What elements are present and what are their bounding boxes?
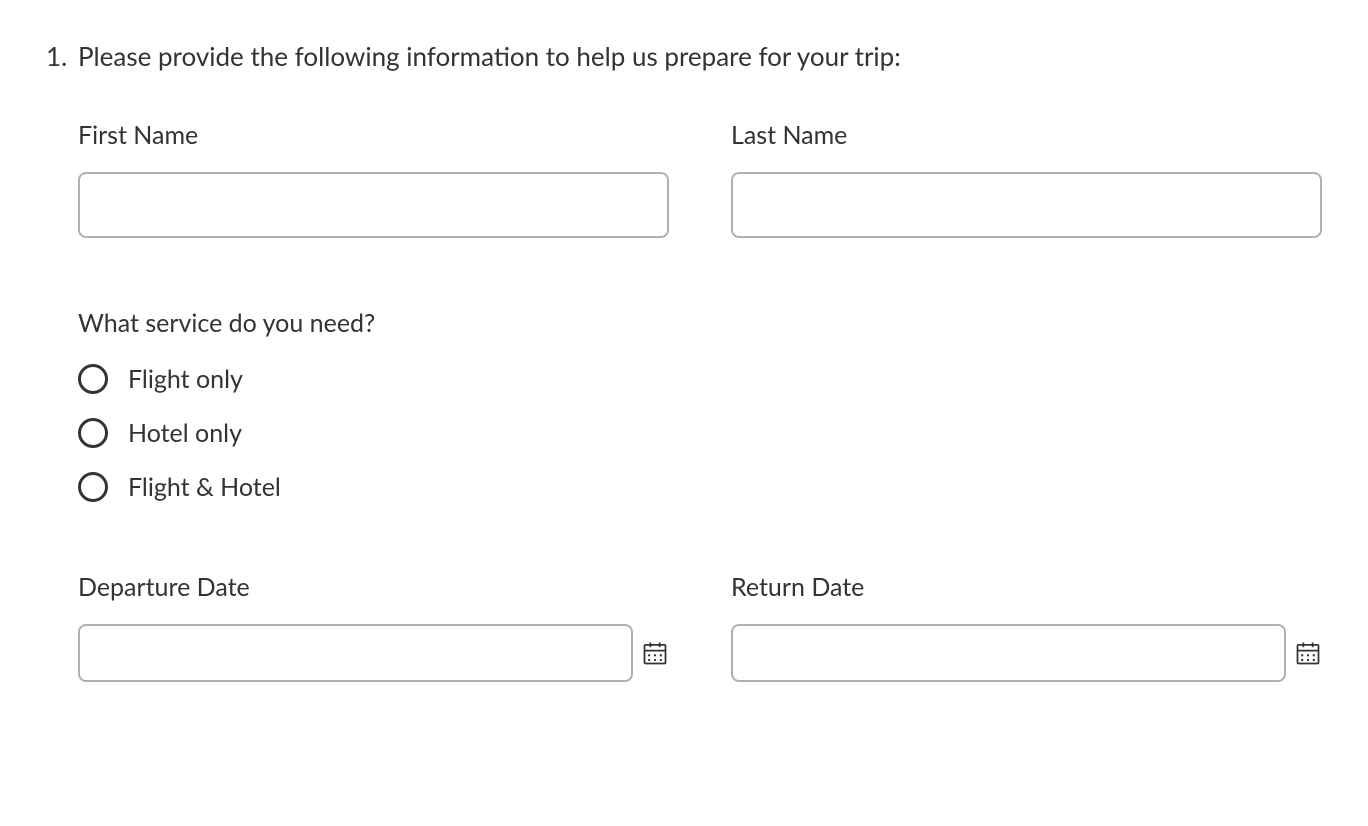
name-row: First Name Last Name: [78, 120, 1322, 238]
radio-circle-icon: [78, 472, 108, 502]
calendar-icon[interactable]: [1294, 639, 1322, 667]
calendar-icon[interactable]: [641, 639, 669, 667]
radio-option-hotel-only[interactable]: Hotel only: [78, 418, 1322, 448]
radio-text: Flight only: [128, 364, 243, 394]
departure-date-field: Departure Date: [78, 572, 669, 682]
radio-text: Flight & Hotel: [128, 472, 281, 502]
last-name-field: Last Name: [731, 120, 1322, 238]
radio-circle-icon: [78, 364, 108, 394]
radio-text: Hotel only: [128, 418, 242, 448]
departure-date-row: [78, 624, 669, 682]
radio-option-flight-hotel[interactable]: Flight & Hotel: [78, 472, 1322, 502]
question-text: Please provide the following information…: [78, 40, 901, 74]
form-body: First Name Last Name What service do you…: [46, 120, 1322, 682]
service-label: What service do you need?: [78, 308, 1322, 338]
last-name-label: Last Name: [731, 120, 1322, 150]
first-name-input[interactable]: [78, 172, 669, 238]
last-name-input[interactable]: [731, 172, 1322, 238]
first-name-label: First Name: [78, 120, 669, 150]
departure-date-label: Departure Date: [78, 572, 669, 602]
service-section: What service do you need? Flight only Ho…: [78, 308, 1322, 502]
return-date-label: Return Date: [731, 572, 1322, 602]
return-date-row: [731, 624, 1322, 682]
radio-option-flight-only[interactable]: Flight only: [78, 364, 1322, 394]
question-row: 1. Please provide the following informat…: [46, 40, 1322, 74]
question-number: 1.: [46, 40, 72, 72]
departure-date-input[interactable]: [78, 624, 633, 682]
dates-row: Departure Date Return Date: [78, 572, 1322, 682]
return-date-field: Return Date: [731, 572, 1322, 682]
radio-circle-icon: [78, 418, 108, 448]
first-name-field: First Name: [78, 120, 669, 238]
return-date-input[interactable]: [731, 624, 1286, 682]
